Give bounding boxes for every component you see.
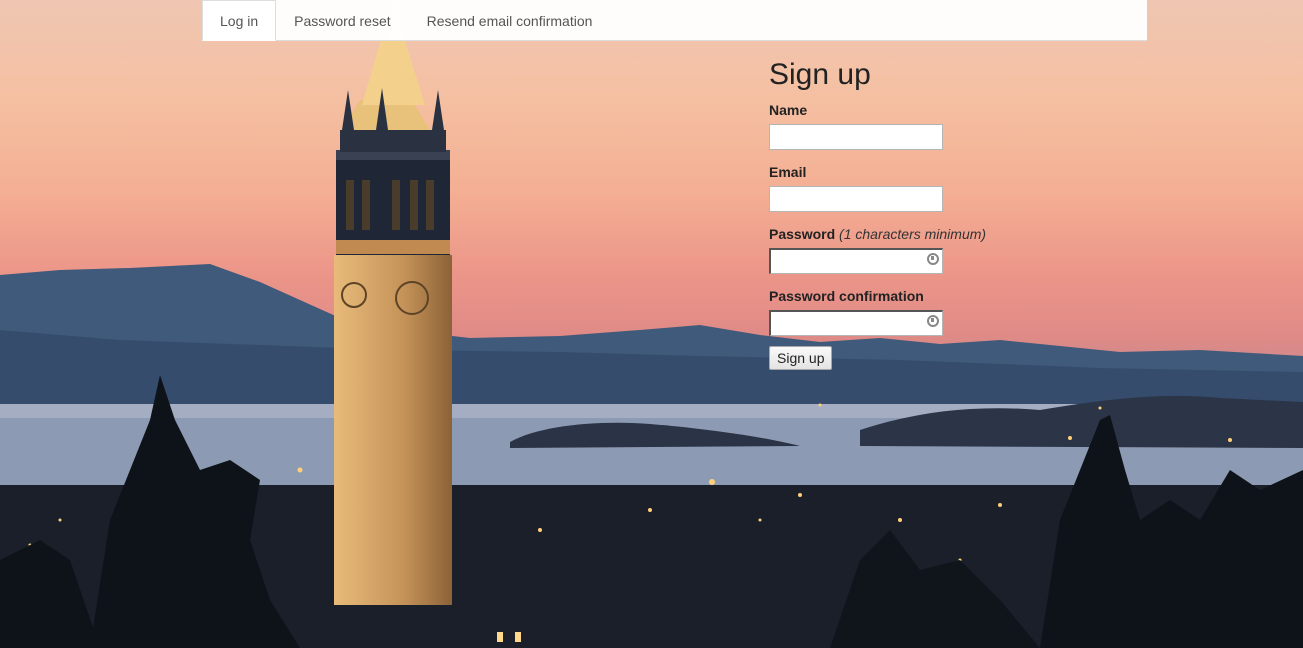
name-label: Name xyxy=(769,102,1029,118)
background-photo xyxy=(0,0,1303,648)
sign-up-button[interactable]: Sign up xyxy=(769,346,833,370)
password-confirmation-label-text: Password confirmation xyxy=(769,288,924,304)
page-title: Sign up xyxy=(769,58,871,91)
password-hint: (1 characters minimum) xyxy=(839,226,987,242)
password-label-text: Password xyxy=(769,226,836,242)
password-confirmation-label: Password confirmation xyxy=(769,288,1029,304)
password-input-wrapper xyxy=(769,248,943,274)
tab-password-reset[interactable]: Password reset xyxy=(276,0,408,41)
key-icon[interactable] xyxy=(927,315,939,327)
name-input[interactable] xyxy=(769,124,943,150)
email-input[interactable] xyxy=(769,186,943,212)
password-confirmation-field-group: Password confirmation xyxy=(769,288,1029,336)
password-input[interactable] xyxy=(769,248,943,274)
password-confirmation-input-wrapper xyxy=(769,310,943,336)
password-field-group: Password (1 characters minimum) xyxy=(769,226,1029,274)
campanile-landscape xyxy=(0,0,1303,648)
password-label: Password (1 characters minimum) xyxy=(769,226,1029,242)
email-label: Email xyxy=(769,164,1029,180)
email-label-text: Email xyxy=(769,164,807,180)
name-label-text: Name xyxy=(769,102,808,118)
key-icon[interactable] xyxy=(927,253,939,265)
email-field-group: Email xyxy=(769,164,1029,212)
signup-form: Sign up Name Email Password (1 character… xyxy=(769,58,1029,370)
tab-resend-email-confirmation[interactable]: Resend email confirmation xyxy=(409,0,611,41)
name-field-group: Name xyxy=(769,102,1029,150)
password-confirmation-input[interactable] xyxy=(769,310,943,336)
tab-log-in[interactable]: Log in xyxy=(202,0,277,41)
auth-tabs: Log in Password reset Resend email confi… xyxy=(202,0,1147,41)
